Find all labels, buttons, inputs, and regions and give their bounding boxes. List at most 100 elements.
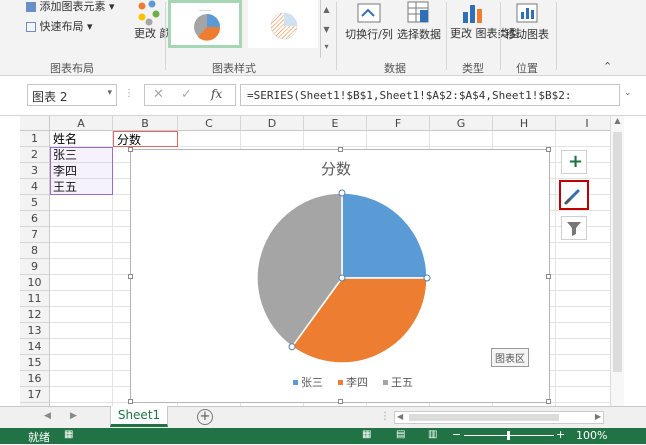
switch-row-col-icon (357, 3, 381, 23)
column-header-H[interactable]: H (493, 116, 556, 131)
chart-filters-button[interactable] (561, 216, 587, 240)
ribbon: 添加图表元素 ▾ 快速布局 ▾ 更改 颜色 —— ▲ ▼ ▾ 切换行/列 选择数… (0, 0, 646, 76)
row-header-12[interactable]: 12 (20, 307, 50, 323)
row-header-17[interactable]: 17 (20, 387, 50, 403)
status-bar: 就绪 ▦ ▦ ▤ ▥ − + 100% (0, 428, 646, 444)
chart-area-tooltip: 图表区 (491, 348, 529, 367)
name-box-dropdown-icon[interactable]: ▾ (107, 88, 112, 98)
row-header-6[interactable]: 6 (20, 211, 50, 227)
page-layout-icon[interactable]: ▤ (396, 429, 405, 440)
add-element-icon (26, 2, 36, 12)
row-header-15[interactable]: 15 (20, 355, 50, 371)
row-header-7[interactable]: 7 (20, 227, 50, 243)
row-header-9[interactable]: 9 (20, 259, 50, 275)
zoom-slider-thumb[interactable] (507, 431, 510, 440)
collapse-ribbon-icon[interactable]: ⌃ (603, 60, 612, 73)
tab-scroll-left-icon[interactable]: ◀ (44, 411, 51, 421)
category-range-highlight (50, 147, 113, 195)
page-break-icon[interactable]: ▥ (428, 429, 437, 440)
horizontal-scrollbar[interactable]: ◀ ▶ (394, 411, 604, 424)
column-header-I[interactable]: I (556, 116, 610, 131)
column-header-D[interactable]: D (241, 116, 304, 131)
row-header-14[interactable]: 14 (20, 339, 50, 355)
cell-A1[interactable]: 姓名 (50, 131, 77, 147)
pie-chart[interactable]: 张三 李四 王五 (131, 150, 551, 404)
series-selection-handle[interactable] (423, 274, 431, 282)
vertical-scrollbar[interactable]: ▲ (610, 116, 624, 406)
column-header-E[interactable]: E (304, 116, 367, 131)
switch-row-column-button[interactable]: 切换行/列 (342, 0, 396, 58)
new-sheet-icon[interactable]: + (197, 409, 213, 425)
tab-scroll-right-icon[interactable]: ▶ (70, 411, 77, 421)
row-header-1[interactable]: 1 (20, 131, 50, 147)
palette-icon (138, 0, 160, 26)
row-header-2[interactable]: 2 (20, 147, 50, 163)
legend-label-张三[interactable]: 张三 (301, 376, 323, 389)
chart-style-1[interactable]: —— (168, 0, 242, 48)
formula-buttons: ✕ ✓ fx (144, 84, 236, 106)
chart-styles-button[interactable] (559, 180, 589, 210)
scroll-up-icon[interactable]: ▲ (611, 116, 624, 125)
hscroll-thumb[interactable] (409, 414, 559, 421)
zoom-in-icon[interactable]: + (556, 428, 565, 441)
chart-style-2[interactable] (248, 0, 318, 48)
cancel-icon[interactable]: ✕ (153, 87, 164, 102)
formula-input[interactable]: =SERIES(Sheet1!$B$1,Sheet1!$A$2:$A$4,She… (240, 84, 620, 106)
chart-title[interactable]: 分数 (321, 158, 351, 179)
insert-function-icon[interactable]: fx (211, 87, 222, 101)
pie-slice-张三[interactable] (341, 192, 428, 279)
select-all-corner[interactable] (20, 116, 50, 131)
move-chart-icon (516, 3, 538, 23)
zoom-out-icon[interactable]: − (452, 428, 461, 441)
gallery-scroll[interactable]: ▲ ▼ ▾ (320, 0, 332, 58)
filter-icon (567, 222, 581, 236)
normal-view-icon[interactable]: ▦ (362, 429, 371, 440)
group-label-styles: 图表样式 (212, 62, 256, 75)
formula-bar-dots-icon: ⋮ (124, 88, 134, 99)
change-chart-type-button[interactable]: 更改 图表类型 (450, 0, 520, 58)
row-header-5[interactable]: 5 (20, 195, 50, 211)
select-data-button[interactable]: 选择数据 (396, 0, 442, 58)
quick-layout-button[interactable]: 快速布局 ▾ (26, 18, 93, 34)
group-label-layout: 图表布局 (50, 62, 94, 75)
hscroll-right-icon[interactable]: ▶ (595, 412, 601, 421)
column-header-F[interactable]: F (367, 116, 430, 131)
row-header-10[interactable]: 10 (20, 275, 50, 291)
row-header-16[interactable]: 16 (20, 371, 50, 387)
row-header-11[interactable]: 11 (20, 291, 50, 307)
enter-icon[interactable]: ✓ (181, 87, 192, 102)
chart-elements-button[interactable]: + (561, 150, 587, 174)
row-header-4[interactable]: 4 (20, 179, 50, 195)
row-header-8[interactable]: 8 (20, 243, 50, 259)
style-pie-thumb-2 (270, 12, 298, 40)
paintbrush-icon (564, 189, 580, 205)
bar-chart-icon (463, 5, 482, 23)
series-selection-handle[interactable] (338, 189, 346, 197)
add-chart-element-button[interactable]: 添加图表元素 ▾ (26, 0, 115, 14)
legend-label-李四[interactable]: 李四 (346, 375, 368, 389)
column-header-A[interactable]: A (50, 116, 113, 131)
tab-splitter-icon[interactable]: ⋮ (380, 411, 390, 422)
row-header-13[interactable]: 13 (20, 323, 50, 339)
hscroll-left-icon[interactable]: ◀ (397, 412, 403, 421)
move-chart-button[interactable]: 移动图表 (504, 0, 550, 58)
cell-B1[interactable]: 分数 (113, 131, 178, 147)
tab-sheet1[interactable]: Sheet1 (110, 406, 168, 427)
change-colors-button[interactable]: 更改 颜色 (130, 0, 182, 58)
status-ready: 就绪 (28, 431, 50, 444)
formula-bar: 图表 2 ▾ ⋮ ✕ ✓ fx =SERIES(Sheet1!$B$1,Shee… (0, 76, 646, 116)
column-header-G[interactable]: G (430, 116, 493, 131)
zoom-level[interactable]: 100% (576, 429, 607, 442)
macro-record-icon[interactable]: ▦ (64, 429, 73, 440)
row-header-3[interactable]: 3 (20, 163, 50, 179)
column-header-C[interactable]: C (178, 116, 241, 131)
column-header-B[interactable]: B (113, 116, 178, 131)
series-selection-handle[interactable] (338, 274, 346, 282)
chart-area[interactable]: 张三 李四 王五 分数 图表区 (128, 147, 551, 404)
expand-formula-icon[interactable]: ⌄ (624, 88, 632, 98)
series-selection-handle[interactable] (288, 343, 296, 351)
select-data-icon (407, 1, 429, 23)
scroll-thumb[interactable] (613, 132, 622, 372)
legend-label-王五[interactable]: 王五 (391, 376, 413, 389)
name-box[interactable]: 图表 2 ▾ (27, 84, 117, 106)
